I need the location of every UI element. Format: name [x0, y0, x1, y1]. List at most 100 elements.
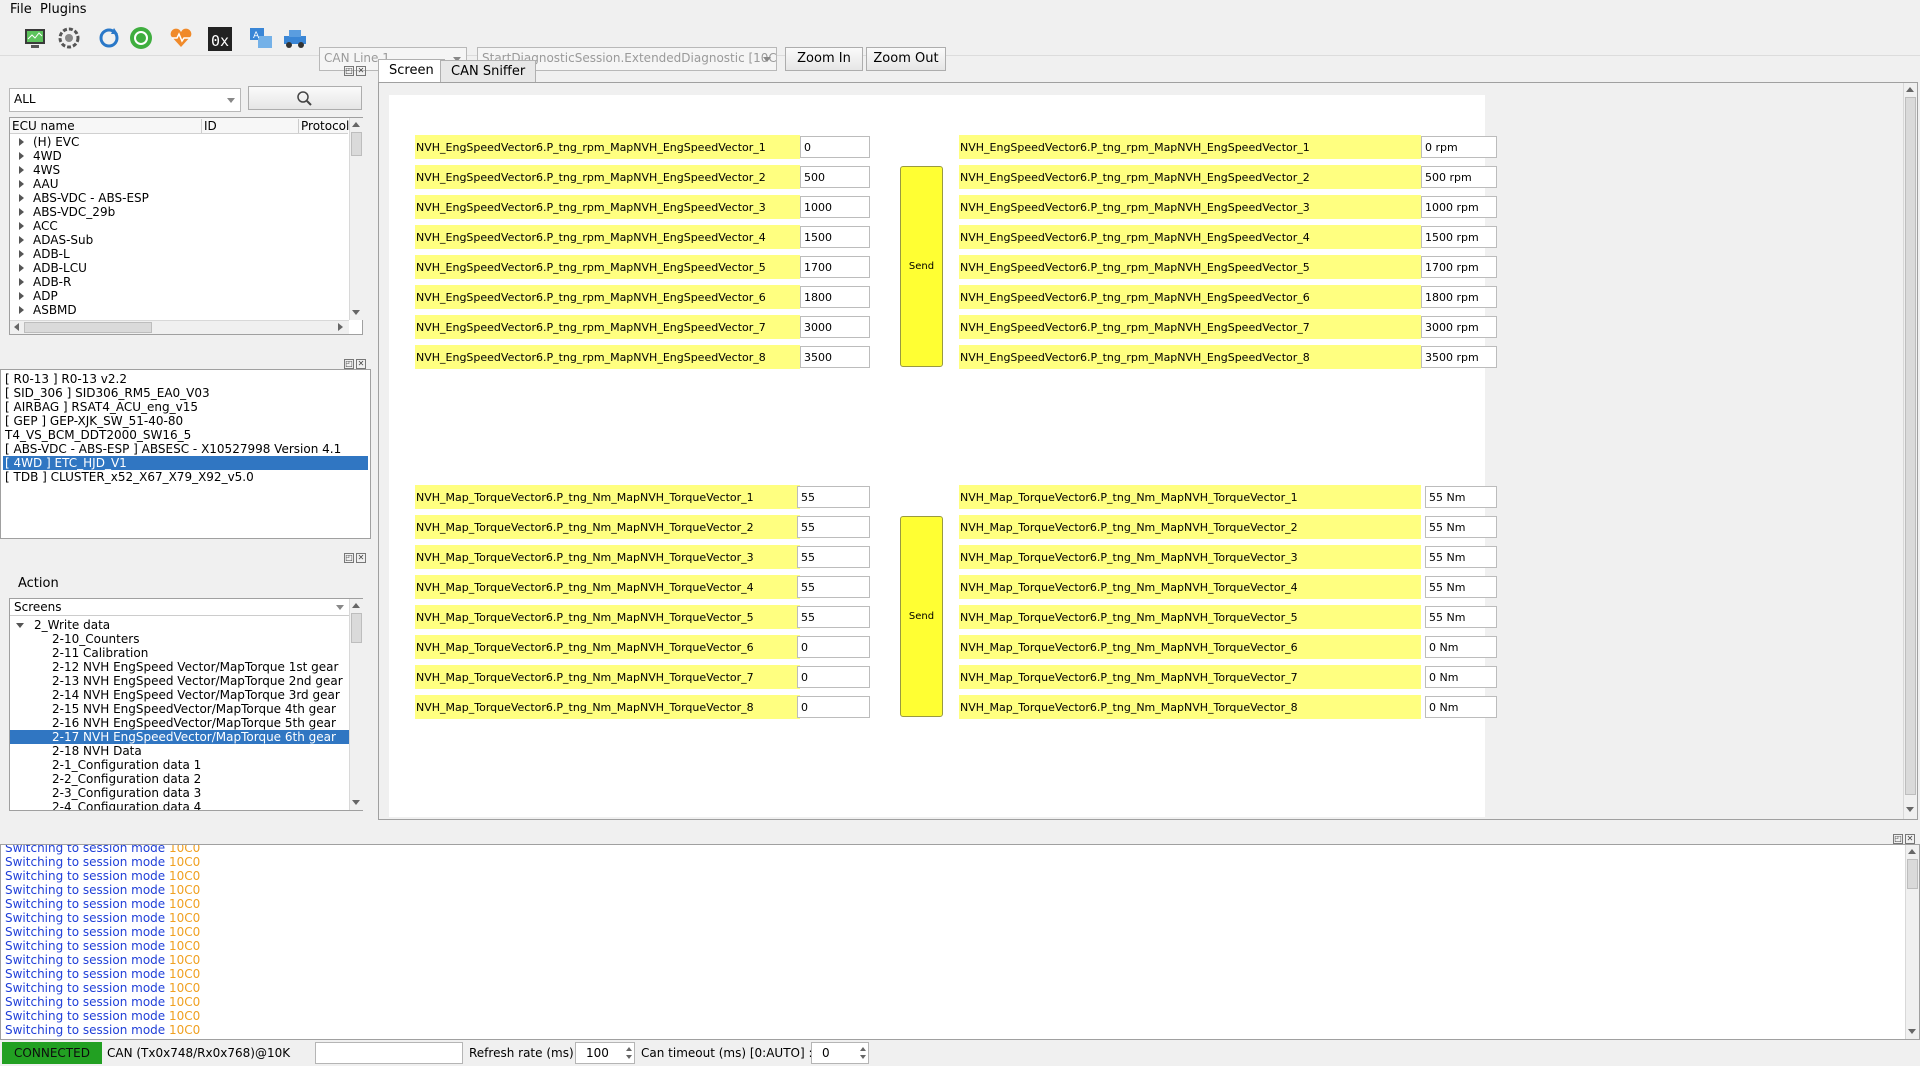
scroll-thumb[interactable] [351, 613, 362, 643]
scroll-thumb[interactable] [1907, 859, 1918, 889]
log-vertical-scrollbar[interactable] [1905, 845, 1919, 1039]
ecu-tree-item[interactable]: ADB-R [10, 275, 348, 289]
ecu-horizontal-scrollbar[interactable] [10, 320, 349, 334]
status-text-input[interactable] [315, 1042, 463, 1064]
close-icon[interactable]: ✕ [356, 66, 366, 76]
spin-down-icon[interactable] [860, 1055, 866, 1059]
ecu-tree-item[interactable]: ABS-VDC_29b [10, 205, 348, 219]
scroll-down-icon[interactable] [352, 800, 360, 805]
menu-file[interactable]: File [10, 2, 32, 17]
connect-icon[interactable] [128, 25, 154, 51]
write-field-value[interactable]: 55 [797, 606, 870, 628]
action-tree-item[interactable]: 2-12 NVH EngSpeed Vector/MapTorque 1st g… [10, 660, 349, 674]
chevron-right-icon[interactable] [19, 194, 24, 202]
action-tree-item[interactable]: 2-1_Configuration data 1 [10, 758, 349, 772]
tab-screen[interactable]: Screen [378, 59, 445, 82]
send-speed-button[interactable]: Send [900, 166, 943, 367]
scroll-down-icon[interactable] [1906, 807, 1914, 812]
chevron-right-icon[interactable] [19, 236, 24, 244]
action-tree-item[interactable]: 2-13 NVH EngSpeed Vector/MapTorque 2nd g… [10, 674, 349, 688]
project-list-item[interactable]: [ TDB ] CLUSTER_x52_X67_X79_X92_v5.0 [3, 470, 368, 484]
action-tree-item[interactable]: 2-16 NVH EngSpeedVector/MapTorque 5th ge… [10, 716, 349, 730]
write-field-value[interactable]: 55 [797, 516, 870, 538]
chevron-right-icon[interactable] [19, 264, 24, 272]
refresh-rate-spinbox[interactable]: 100 [575, 1042, 635, 1064]
ecu-tree-item[interactable]: ACC [10, 219, 348, 233]
spin-up-icon[interactable] [860, 1047, 866, 1051]
screen-vertical-scrollbar[interactable] [1903, 83, 1917, 819]
project-list-item[interactable]: [ ABS-VDC - ABS-ESP ] ABSESC - X10527998… [3, 442, 368, 456]
scroll-up-icon[interactable] [352, 603, 360, 608]
float-icon[interactable]: ◰ [344, 359, 354, 369]
translate-icon[interactable]: A [248, 25, 274, 51]
project-list-item[interactable]: [ R0-13 ] R0-13 v2.2 [3, 372, 368, 386]
settings-gear-icon[interactable] [56, 25, 82, 51]
ecu-tree-item[interactable]: 4WS [10, 163, 348, 177]
write-field-value[interactable]: 1500 [800, 226, 870, 248]
write-field-value[interactable]: 0 [797, 636, 870, 658]
write-field-value[interactable]: 1000 [800, 196, 870, 218]
column-protocol[interactable]: Protocol [298, 119, 349, 133]
write-field-value[interactable]: 1700 [800, 256, 870, 278]
action-tree-item[interactable]: 2-15 NVH EngSpeedVector/MapTorque 4th ge… [10, 702, 349, 716]
write-field-value[interactable]: 55 [797, 546, 870, 568]
scroll-thumb[interactable] [351, 132, 362, 156]
write-field-value[interactable]: 3000 [800, 316, 870, 338]
chevron-right-icon[interactable] [19, 292, 24, 300]
spin-up-icon[interactable] [626, 1047, 632, 1051]
ecu-tree-item[interactable]: ADB-LCU [10, 261, 348, 275]
chevron-right-icon[interactable] [19, 166, 24, 174]
ecu-tree-item[interactable]: ADB-L [10, 247, 348, 261]
ecu-vertical-scrollbar[interactable] [349, 118, 363, 320]
scroll-thumb[interactable] [24, 322, 152, 333]
write-field-value[interactable]: 0 [797, 696, 870, 718]
write-field-value[interactable]: 55 [797, 576, 870, 598]
can-timeout-spinbox[interactable]: 0 [811, 1042, 869, 1064]
project-list-item[interactable]: [ 4WD ] ETC_HJD_V1 [3, 456, 368, 470]
write-field-value[interactable]: 1800 [800, 286, 870, 308]
action-tree-item[interactable]: 2-10_Counters [10, 632, 349, 646]
scroll-left-icon[interactable] [14, 323, 19, 331]
float-icon[interactable]: ◰ [344, 66, 354, 76]
action-tree-item[interactable]: 2-4_Configuration data 4 [10, 800, 349, 810]
hex-mode-icon[interactable]: 0x [208, 27, 232, 51]
column-id[interactable]: ID [201, 119, 217, 133]
zoom-out-button[interactable]: Zoom Out [866, 47, 946, 71]
action-tree-item[interactable]: 2-18 NVH Data [10, 744, 349, 758]
close-icon[interactable]: ✕ [356, 553, 366, 563]
monitor-icon[interactable] [22, 25, 48, 51]
scroll-up-icon[interactable] [1906, 87, 1914, 92]
scroll-down-icon[interactable] [352, 310, 360, 315]
ecu-filter-select[interactable]: ALL [9, 88, 241, 112]
menu-plugins[interactable]: Plugins [40, 2, 87, 17]
chevron-right-icon[interactable] [19, 208, 24, 216]
action-dock-buttons[interactable]: ◰ ✕ [344, 549, 368, 563]
close-icon[interactable]: ✕ [356, 359, 366, 369]
scroll-thumb[interactable] [1905, 97, 1916, 795]
ecu-tree-item[interactable]: (H) EVC [10, 135, 348, 149]
project-list-item[interactable]: [ SID_306 ] SID306_RM5_EA0_V03 [3, 386, 368, 400]
action-type-select[interactable]: Screens [10, 599, 349, 616]
ecu-tree-item[interactable]: AAU [10, 177, 348, 191]
ecu-tree-item[interactable]: ABS-VDC - ABS-ESP [10, 191, 348, 205]
ecu-search-button[interactable] [248, 86, 362, 110]
chevron-down-icon[interactable] [16, 623, 24, 628]
vehicle-icon[interactable] [282, 25, 308, 51]
projects-dock-buttons[interactable]: ◰ ✕ [344, 355, 368, 369]
chevron-right-icon[interactable] [19, 138, 24, 146]
write-field-value[interactable]: 3500 [800, 346, 870, 368]
project-list-item[interactable]: [ AIRBAG ] RSAT4_ACU_eng_v15 [3, 400, 368, 414]
ecu-tree-item[interactable]: 4WD [10, 149, 348, 163]
scroll-right-icon[interactable] [338, 323, 343, 331]
scroll-up-icon[interactable] [352, 122, 360, 127]
write-field-value[interactable]: 500 [800, 166, 870, 188]
scroll-down-icon[interactable] [1908, 1029, 1916, 1034]
chevron-right-icon[interactable] [19, 278, 24, 286]
action-tree-item[interactable]: 2-14 NVH EngSpeed Vector/MapTorque 3rd g… [10, 688, 349, 702]
column-ecu-name[interactable]: ECU name [12, 119, 75, 133]
action-tree-item[interactable]: 2-3_Configuration data 3 [10, 786, 349, 800]
action-tree-item[interactable]: 2-11 Calibration [10, 646, 349, 660]
scroll-up-icon[interactable] [1908, 849, 1916, 854]
write-field-value[interactable]: 55 [797, 486, 870, 508]
write-field-value[interactable]: 0 [797, 666, 870, 688]
